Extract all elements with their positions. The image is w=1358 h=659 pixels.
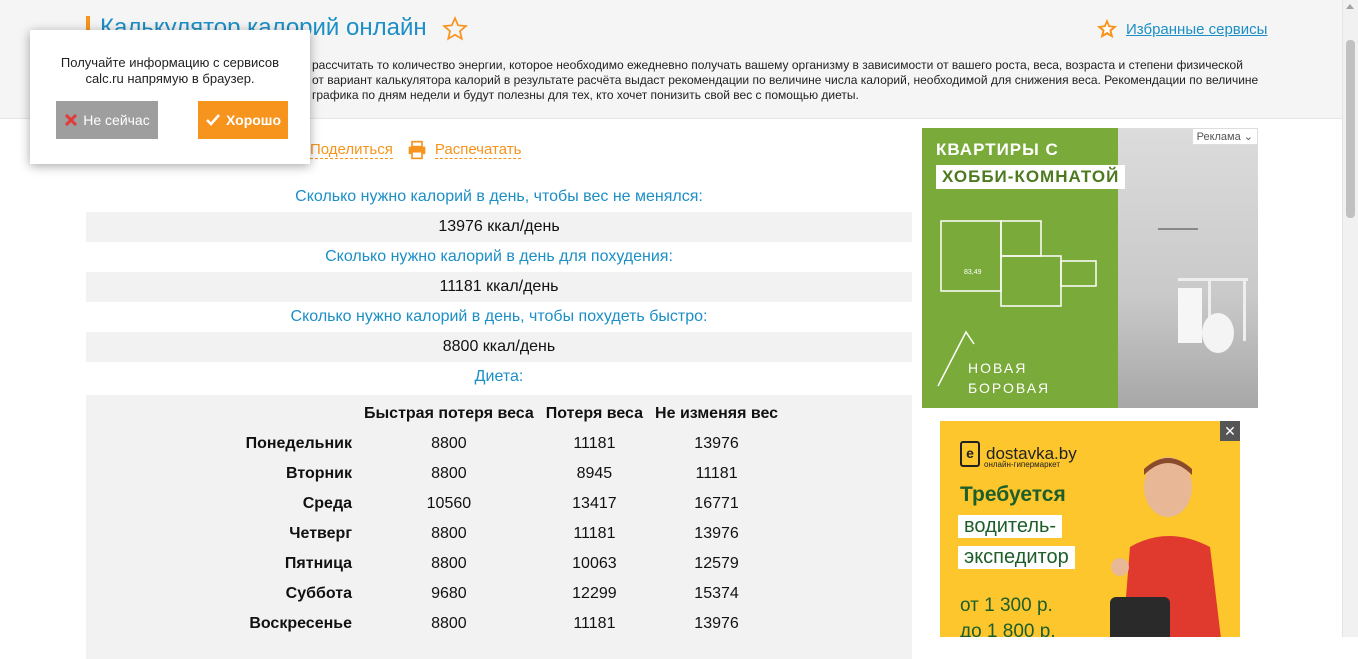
- fast-loss-label: Сколько нужно калорий в день, чтобы поху…: [290, 308, 708, 325]
- ad-brand-line2: БОРОВАЯ: [968, 380, 1051, 396]
- keep-cell: 12579: [694, 555, 739, 572]
- bag-icon: e: [960, 441, 980, 467]
- loss-value: 11181 ккал/день: [86, 272, 912, 302]
- ad-label[interactable]: Реклама ⌄: [1191, 128, 1258, 145]
- fast-cell: 8800: [431, 435, 467, 452]
- print-link[interactable]: Распечатать: [407, 140, 522, 160]
- keep-cell: 13976: [694, 435, 739, 452]
- keep-cell: 13976: [694, 525, 739, 542]
- not-now-label: Не сейчас: [83, 112, 150, 128]
- day-cell: Воскресенье: [249, 615, 352, 632]
- fast-loss-value: 8800 ккал/день: [86, 332, 912, 362]
- ad2-line2: водитель-: [958, 515, 1063, 538]
- loss-cell: 11181: [573, 615, 616, 632]
- fast-cell: 8800: [431, 525, 467, 542]
- ad-brand-line1: НОВАЯ: [968, 360, 1028, 376]
- ad-title-line2: ХОББИ-КОМНАТОЙ: [936, 165, 1126, 189]
- diet-header-keep: Не изменяя вес: [655, 405, 779, 422]
- day-cell: Четверг: [289, 525, 352, 542]
- star-icon[interactable]: [442, 16, 468, 42]
- loss-cell: 11181: [573, 435, 616, 452]
- table-row: Четверг 8800 11181 13976: [226, 519, 784, 549]
- ad-brand: НОВАЯ БОРОВАЯ: [968, 358, 1050, 398]
- day-cell: Пятница: [284, 555, 352, 572]
- loss-label: Сколько нужно калорий в день для похуден…: [325, 248, 673, 265]
- maintain-label: Сколько нужно калорий в день, чтобы вес …: [295, 188, 703, 205]
- maintain-value: 13976 ккал/день: [86, 212, 912, 242]
- day-cell: Понедельник: [245, 435, 352, 452]
- table-row: Суббота 9680 12299 15374: [226, 579, 784, 609]
- ok-button[interactable]: Хорошо: [198, 101, 288, 139]
- table-row: Понедельник 8800 11181 13976: [226, 429, 784, 459]
- actions-bar: Поделиться Распечатать: [310, 140, 522, 160]
- scroll-up-arrow[interactable]: [1346, 4, 1354, 9]
- day-cell: Суббота: [285, 585, 352, 602]
- table-row: Среда 10560 13417 16771: [226, 489, 784, 519]
- scroll-thumb[interactable]: [1346, 40, 1355, 218]
- plan-area-label: 83,49: [964, 269, 982, 276]
- favorites-link[interactable]: Избранные сервисы: [1096, 18, 1267, 40]
- diet-table-box: Быстрая потеря веса Потеря веса Не измен…: [86, 395, 912, 659]
- fast-cell: 8800: [431, 615, 467, 632]
- courier-person-image: [1110, 457, 1221, 637]
- diet-header-fast: Быстрая потеря веса: [364, 405, 534, 422]
- ad-banner-dostavka[interactable]: ✕ e dostavka.by онлайн-гипермаркет Требу…: [940, 421, 1240, 637]
- table-row: Вторник 8800 8945 11181: [226, 459, 784, 489]
- share-link[interactable]: Поделиться: [310, 141, 393, 159]
- favorites-icon: [1096, 18, 1118, 39]
- ad-banner-apartments[interactable]: КВАРТИРЫ С ХОББИ-КОМНАТОЙ 83,49 НОВАЯ БО…: [922, 128, 1258, 408]
- scrollbar[interactable]: [1342, 0, 1358, 637]
- ad2-price-from: от 1 300 р.: [960, 595, 1053, 616]
- ad-title-line1: КВАРТИРЫ С: [936, 140, 1059, 159]
- diet-header-loss: Потеря веса: [545, 405, 644, 422]
- ad-photo: [1118, 128, 1258, 408]
- diet-label: Диета:: [474, 368, 524, 385]
- loss-cell: 13417: [572, 495, 617, 512]
- favorites-label[interactable]: Избранные сервисы: [1126, 21, 1267, 38]
- close-icon[interactable]: ✕: [1220, 421, 1240, 441]
- close-icon: [65, 113, 78, 127]
- diet-table: Быстрая потеря веса Потеря веса Не измен…: [226, 399, 784, 639]
- results-section: Сколько нужно калорий в день, чтобы вес …: [86, 182, 912, 659]
- loss-cell: 12299: [572, 585, 617, 602]
- not-now-button[interactable]: Не сейчас: [56, 101, 158, 139]
- print-label[interactable]: Распечатать: [434, 141, 522, 159]
- table-row: Воскресенье 8800 11181 13976: [226, 609, 784, 639]
- ad2-subtitle: онлайн-гипермаркет: [984, 460, 1060, 469]
- day-cell: Вторник: [285, 465, 352, 482]
- loss-cell: 8945: [576, 465, 613, 482]
- printer-icon: [408, 140, 426, 160]
- loss-cell: 11181: [573, 525, 616, 542]
- day-cell: Среда: [302, 495, 352, 512]
- room-illustration: [1158, 228, 1248, 353]
- ad2-headline: Требуется: [960, 483, 1066, 506]
- fast-cell: 10560: [426, 495, 472, 512]
- keep-cell: 11181: [695, 465, 738, 482]
- ok-label: Хорошо: [225, 112, 282, 128]
- diet-header-row: Быстрая потеря веса Потеря веса Не измен…: [226, 399, 784, 429]
- fast-cell: 8800: [431, 555, 467, 572]
- keep-cell: 15374: [694, 585, 739, 602]
- fast-cell: 8800: [431, 465, 467, 482]
- table-row: Пятница 8800 10063 12579: [226, 549, 784, 579]
- keep-cell: 13976: [694, 615, 739, 632]
- ad2-price-to: до 1 800 р.: [960, 621, 1056, 637]
- popup-text: Получайте информацию с сервисов calc.ru …: [60, 55, 280, 86]
- diet-header-day: [226, 399, 358, 429]
- loss-cell: 10063: [572, 555, 617, 572]
- ad2-line3: экспедитор: [958, 546, 1075, 569]
- keep-cell: 16771: [694, 495, 739, 512]
- notification-popup: Получайте информацию с сервисов calc.ru …: [30, 30, 310, 164]
- checkmark-icon: [206, 114, 220, 126]
- fast-cell: 9680: [431, 585, 467, 602]
- floor-plan-icon: 83,49: [940, 220, 1097, 307]
